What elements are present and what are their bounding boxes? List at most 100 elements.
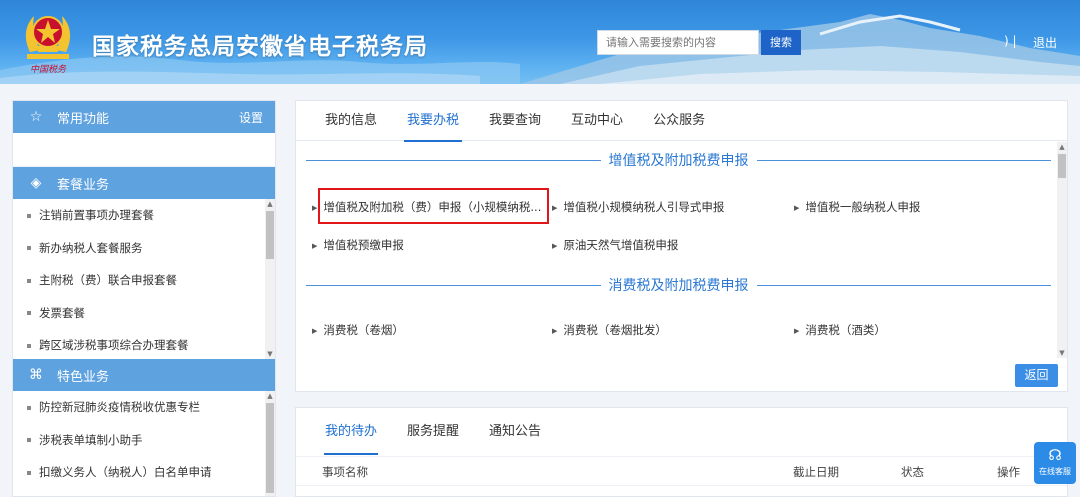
bullet-icon bbox=[27, 278, 31, 283]
service-item-label: 消费税（卷烟） bbox=[323, 323, 404, 337]
site-header: 中国税务 国家税务总局安徽省电子税务局 搜索 ) | 退出 bbox=[0, 0, 1080, 84]
logout-link[interactable]: 退出 bbox=[1033, 34, 1057, 51]
sidebar-item-label: 涉税表单填制小助手 bbox=[39, 432, 143, 447]
service-item-label: 消费税（酒类） bbox=[805, 323, 886, 337]
tab-interaction[interactable]: 互动中心 bbox=[556, 101, 638, 141]
sidebar-special-header[interactable]: ⌘ 特色业务 bbox=[13, 359, 275, 391]
sidebar-item-label: 注销前置事项办理套餐 bbox=[39, 208, 154, 222]
todo-tabs: 我的待办 服务提醒 通知公告 bbox=[296, 408, 1067, 455]
star-icon: ☆ bbox=[29, 109, 43, 125]
todo-table-header: 事项名称 截止日期 状态 操作 bbox=[296, 456, 1067, 486]
sidebar-item-label: 主附税（费）联合申报套餐 bbox=[39, 273, 177, 287]
services-scrollbar[interactable]: ▲ ▼ bbox=[1057, 142, 1067, 358]
search-input[interactable] bbox=[597, 30, 759, 55]
section-title-text: 消费税及附加税费申报 bbox=[608, 278, 749, 294]
service-item-label: 增值税小规模纳税人引导式申报 bbox=[563, 200, 725, 214]
sidebar-item-package[interactable]: 新办纳税人套餐服务 bbox=[13, 232, 275, 265]
svg-text:中国税务: 中国税务 bbox=[30, 64, 67, 75]
caret-right-icon: ▶ bbox=[312, 203, 318, 212]
bullet-icon bbox=[27, 438, 31, 442]
scroll-down-icon[interactable]: ▼ bbox=[265, 349, 275, 359]
service-item[interactable]: ▶ 消费税（酒类） bbox=[794, 322, 886, 338]
bullet-icon bbox=[27, 343, 31, 348]
services-scroll-area: 增值税及附加税费申报 ▶ 增值税及附加税（费）申报（小规模纳税... ▶ 增值税小规… bbox=[296, 142, 1067, 358]
user-separator: ) | bbox=[1004, 34, 1017, 48]
section-title: 增值税及附加税费申报 bbox=[306, 150, 1051, 170]
service-item[interactable]: ▶ 增值税预缴申报 bbox=[312, 237, 404, 253]
scroll-thumb[interactable] bbox=[266, 403, 274, 493]
tax-emblem-logo: 中国税务 bbox=[25, 16, 71, 75]
scroll-up-icon[interactable]: ▲ bbox=[265, 391, 275, 401]
service-item[interactable]: ▶ 增值税一般纳税人申报 bbox=[794, 199, 920, 215]
scroll-up-icon[interactable]: ▲ bbox=[1057, 142, 1067, 152]
tab-do-tax[interactable]: 我要办税 bbox=[392, 101, 474, 142]
tab-notices[interactable]: 通知公告 bbox=[474, 412, 556, 452]
package-list: 注销前置事项办理套餐 新办纳税人套餐服务 主附税（费）联合申报套餐 发票套餐 跨… bbox=[13, 199, 275, 359]
sidebar-item-package[interactable]: 注销前置事项办理套餐 bbox=[13, 199, 275, 232]
sidebar-item-package[interactable]: 跨区域涉税事项综合办理套餐 bbox=[13, 329, 275, 359]
sidebar-item-label: 扣缴义务人（纳税人）白名单申请 bbox=[39, 465, 212, 479]
settings-link[interactable]: 设置 bbox=[239, 109, 263, 126]
common-functions-list bbox=[13, 133, 275, 167]
grid-icon: ⌘ bbox=[29, 367, 43, 383]
service-item[interactable]: ▶ 消费税（卷烟批发） bbox=[552, 322, 667, 338]
sidebar-item-label: 防控新冠肺炎疫情税收优惠专栏 bbox=[39, 400, 200, 414]
layers-icon: ◈ bbox=[30, 175, 42, 191]
online-customer-service-button[interactable]: ☊ 在线客服 bbox=[1034, 442, 1076, 484]
search-button[interactable]: 搜索 bbox=[761, 30, 801, 55]
tab-query[interactable]: 我要查询 bbox=[474, 101, 556, 141]
service-item[interactable]: ▶ 消费税（卷烟） bbox=[312, 322, 404, 338]
tax-services-panel: 我的信息 我要办税 我要查询 互动中心 公众服务 增值税及附加税费申报 ▶ 增值税… bbox=[295, 100, 1068, 392]
tab-my-info[interactable]: 我的信息 bbox=[310, 101, 392, 141]
site-title: 国家税务总局安徽省电子税务局 bbox=[92, 34, 428, 60]
sidebar-package-title: 套餐业务 bbox=[57, 177, 110, 193]
service-item[interactable]: ▶ 原油天然气增值税申报 bbox=[552, 237, 678, 253]
service-item[interactable]: ▶ 增值税小规模纳税人引导式申报 bbox=[552, 199, 724, 215]
sidebar-item-package[interactable]: 主附税（费）联合申报套餐 bbox=[13, 264, 275, 297]
caret-right-icon: ▶ bbox=[552, 203, 558, 212]
customer-service-label: 在线客服 bbox=[1039, 467, 1071, 476]
sidebar-item-label: 跨区域涉税事项综合办理套餐 bbox=[39, 338, 189, 352]
bullet-icon bbox=[27, 213, 31, 218]
caret-right-icon: ▶ bbox=[794, 326, 800, 335]
column-header-name: 事项名称 bbox=[322, 465, 368, 479]
sidebar: ☆ 常用功能 设置 ◈ 套餐业务 注销前置事项办理套餐 新办纳税人套餐服务 主附… bbox=[12, 100, 276, 497]
sidebar-special-title: 特色业务 bbox=[57, 369, 110, 385]
sidebar-item-package[interactable]: 发票套餐 bbox=[13, 297, 275, 330]
tab-my-todo[interactable]: 我的待办 bbox=[310, 412, 392, 455]
caret-right-icon: ▶ bbox=[794, 203, 800, 212]
sidebar-item-special[interactable]: 防控新冠肺炎疫情税收优惠专栏 bbox=[13, 391, 275, 424]
special-scrollbar[interactable]: ▲ bbox=[265, 391, 275, 496]
bullet-icon bbox=[27, 311, 31, 315]
sidebar-item-special[interactable]: 扣缴义务人（纳税人）白名单申请 bbox=[13, 456, 275, 489]
tab-public-service[interactable]: 公众服务 bbox=[638, 101, 720, 141]
tab-service-reminder[interactable]: 服务提醒 bbox=[392, 412, 474, 452]
todo-panel: 我的待办 服务提醒 通知公告 事项名称 截止日期 状态 操作 bbox=[295, 407, 1068, 497]
service-item-label: 原油天然气增值税申报 bbox=[563, 238, 679, 252]
back-button[interactable]: 返回 bbox=[1015, 364, 1058, 387]
special-list: 防控新冠肺炎疫情税收优惠专栏 涉税表单填制小助手 扣缴义务人（纳税人）白名单申请… bbox=[13, 391, 275, 496]
column-header-status: 状态 bbox=[901, 465, 924, 479]
sidebar-common-title: 常用功能 bbox=[57, 111, 110, 127]
service-item-label: 消费税（卷烟批发） bbox=[563, 323, 667, 337]
scroll-down-icon[interactable]: ▼ bbox=[1057, 348, 1067, 358]
sidebar-package-header[interactable]: ◈ 套餐业务 bbox=[13, 167, 275, 199]
highlight-box bbox=[318, 188, 549, 224]
scroll-up-icon[interactable]: ▲ bbox=[265, 199, 275, 209]
scroll-thumb[interactable] bbox=[1058, 154, 1066, 178]
sidebar-item-special[interactable]: 涉税表单填制小助手 bbox=[13, 424, 275, 457]
section-title: 消费税及附加税费申报 bbox=[306, 275, 1051, 295]
column-header-deadline: 截止日期 bbox=[793, 465, 839, 479]
sidebar-item-label: 新办纳税人套餐服务 bbox=[39, 240, 143, 255]
user-area: ) | bbox=[1004, 34, 1023, 48]
sidebar-common-header[interactable]: ☆ 常用功能 设置 bbox=[13, 101, 275, 133]
caret-right-icon: ▶ bbox=[552, 326, 558, 335]
sidebar-item-label: 发票套餐 bbox=[39, 305, 85, 320]
service-item-label: 增值税预缴申报 bbox=[323, 238, 404, 252]
scroll-thumb[interactable] bbox=[266, 211, 274, 259]
package-scrollbar[interactable]: ▲ ▼ bbox=[265, 199, 275, 359]
caret-right-icon: ▶ bbox=[312, 326, 318, 335]
headset-icon: ☊ bbox=[1048, 446, 1062, 464]
caret-right-icon: ▶ bbox=[552, 241, 558, 250]
section-title-text: 增值税及附加税费申报 bbox=[608, 153, 749, 169]
